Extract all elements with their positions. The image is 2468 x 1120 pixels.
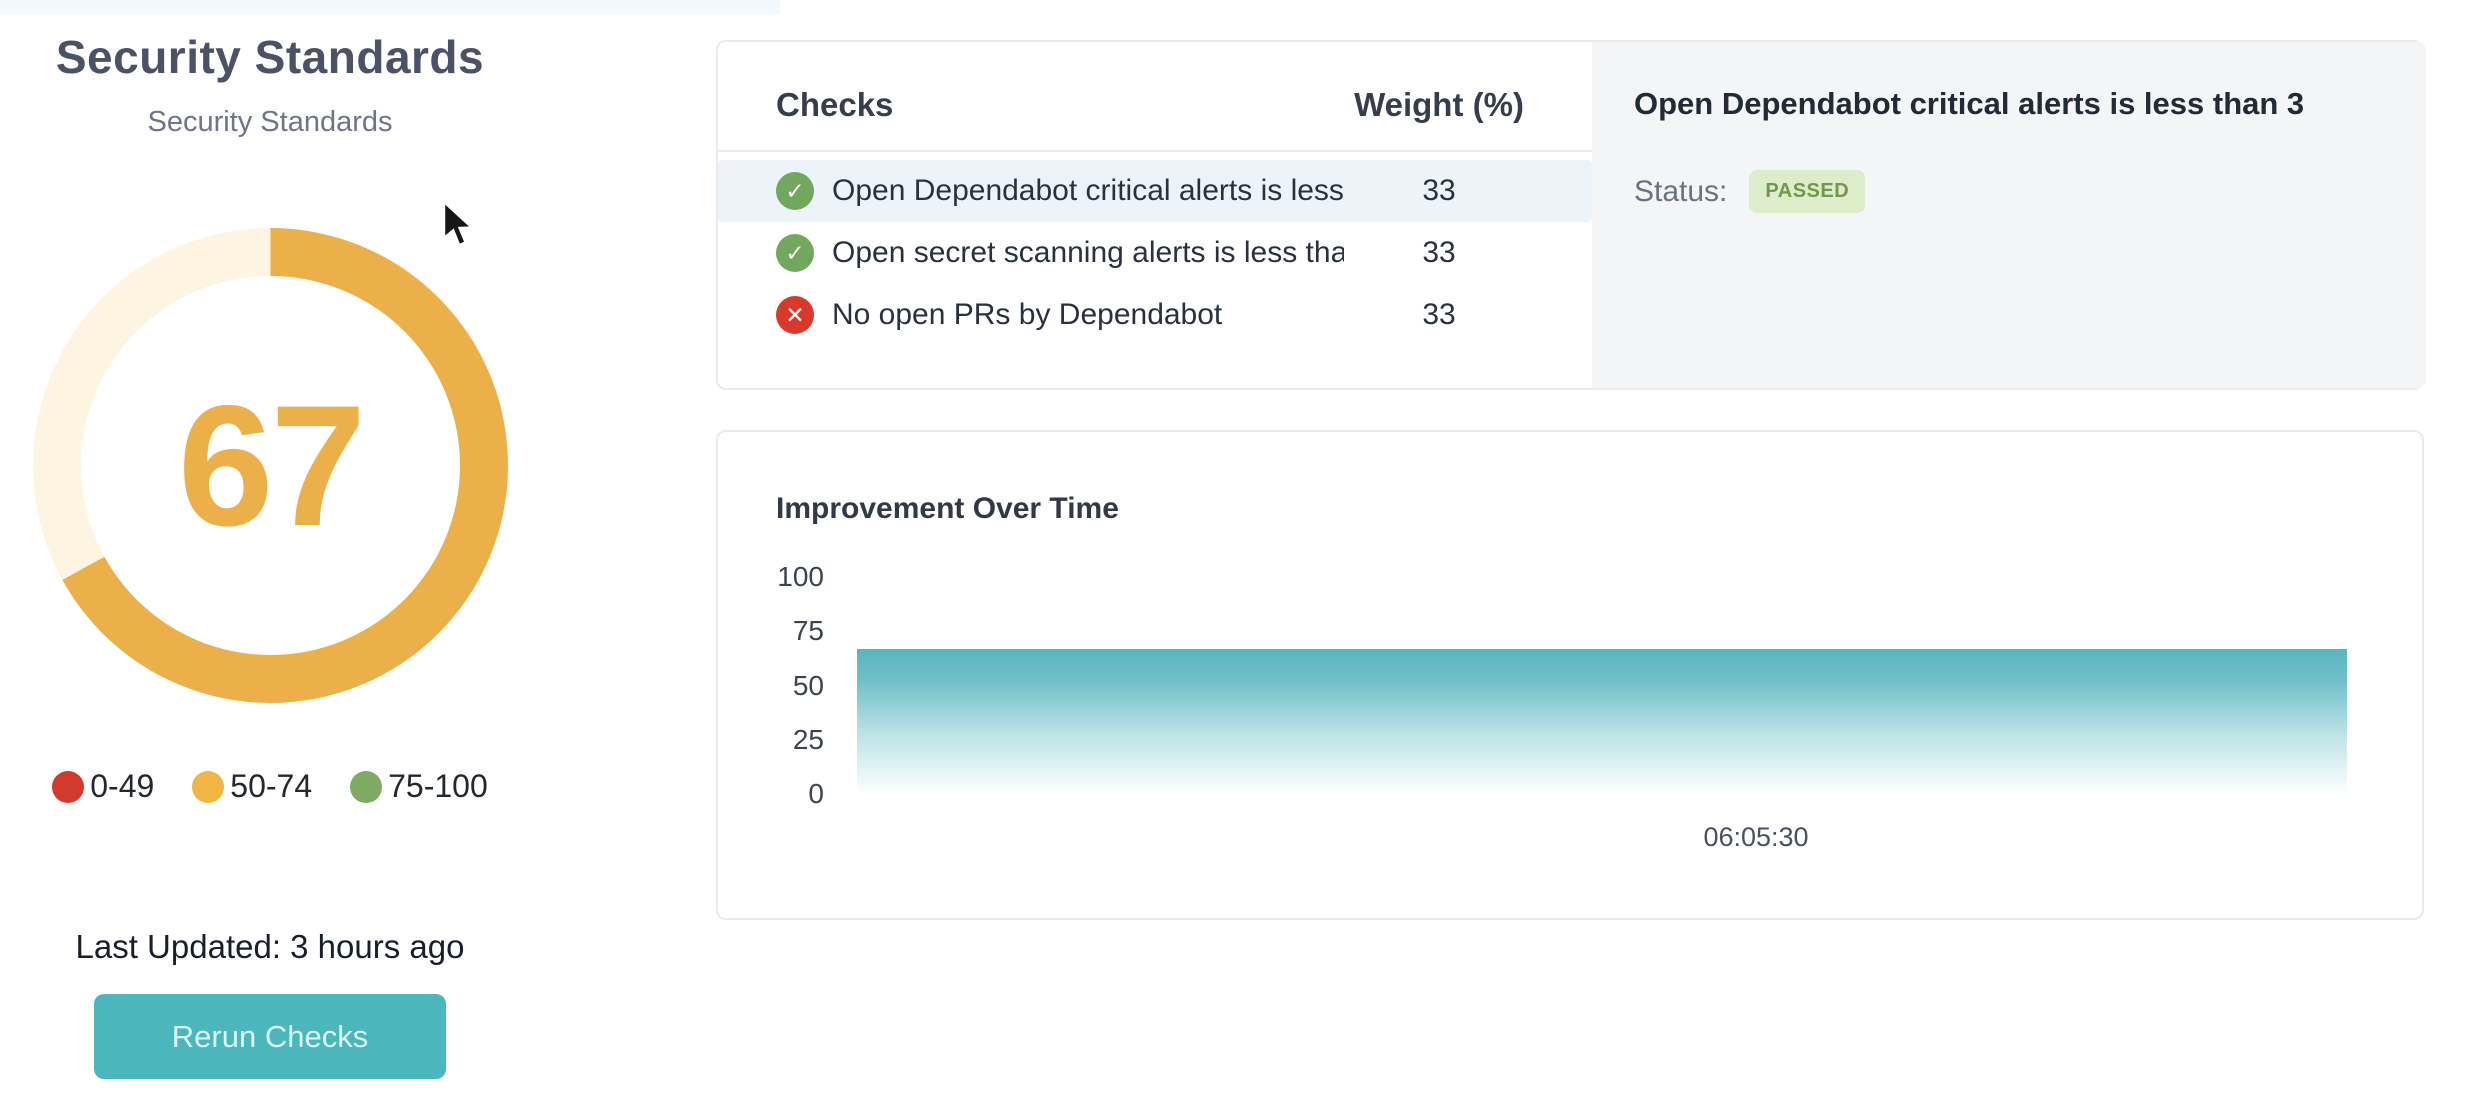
status-badge: PASSED [1749,170,1865,213]
check-label: Open Dependabot critical alerts is less … [814,174,1344,208]
legend-dot-green-icon [350,771,382,803]
legend-item-medium: 50-74 [192,768,312,805]
improvement-chart-card: Improvement Over Time 100 75 50 25 0 06:… [716,430,2424,920]
check-weight: 33 [1344,236,1534,270]
status-row: Status: PASSED [1634,170,1865,213]
check-passed-icon [776,234,814,272]
check-failed-icon [776,296,814,334]
check-weight: 33 [1344,174,1534,208]
last-updated-text: Last Updated: 3 hours ago [20,928,520,966]
y-axis-tick: 100 [754,561,824,593]
score-sidebar: Security Standards Security Standards 67… [20,0,520,1120]
legend-item-high: 75-100 [350,768,488,805]
checks-card: Checks Weight (%) Open Dependabot critic… [716,40,2424,390]
checks-list-panel: Checks Weight (%) Open Dependabot critic… [718,42,1592,388]
legend-dot-yellow-icon [192,771,224,803]
page-subtitle: Security Standards [20,106,520,139]
header-divider [718,150,1592,152]
rerun-checks-button[interactable]: Rerun Checks [94,994,446,1079]
chart-plot-area [857,577,2347,794]
y-axis-tick: 0 [754,778,824,810]
x-axis-tick: 06:05:30 [1703,822,1808,853]
mouse-cursor-icon [438,200,480,250]
security-standards-page: Security Standards Security Standards 67… [0,0,2468,1120]
checks-table-header: Checks Weight (%) [718,86,1592,124]
page-title: Security Standards [20,30,520,84]
check-row-dependabot-critical[interactable]: Open Dependabot critical alerts is less … [718,160,1592,222]
score-value: 67 [33,228,508,703]
legend-label: 0-49 [90,768,154,805]
check-row-open-prs[interactable]: No open PRs by Dependabot 33 [718,284,1592,346]
check-row-secret-scanning[interactable]: Open secret scanning alerts is less than… [718,222,1592,284]
checks-column-header: Checks [718,86,1344,124]
score-legend: 0-49 50-74 75-100 [20,768,520,805]
check-detail-title: Open Dependabot critical alerts is less … [1634,86,2394,122]
status-label: Status: [1634,175,1727,209]
legend-item-low: 0-49 [52,768,154,805]
y-axis-tick: 50 [754,670,824,702]
weight-column-header: Weight (%) [1344,86,1534,124]
check-detail-panel: Open Dependabot critical alerts is less … [1592,42,2426,388]
score-gauge: 67 [33,228,508,703]
legend-dot-red-icon [52,771,84,803]
y-axis-tick: 75 [754,615,824,647]
chart-title: Improvement Over Time [776,492,1119,526]
y-axis-tick: 25 [754,724,824,756]
check-passed-icon [776,172,814,210]
check-label: Open secret scanning alerts is less than… [814,236,1344,270]
legend-label: 75-100 [388,768,488,805]
check-label: No open PRs by Dependabot [814,298,1344,332]
score-area-series [857,649,2347,794]
legend-label: 50-74 [230,768,312,805]
check-weight: 33 [1344,298,1534,332]
